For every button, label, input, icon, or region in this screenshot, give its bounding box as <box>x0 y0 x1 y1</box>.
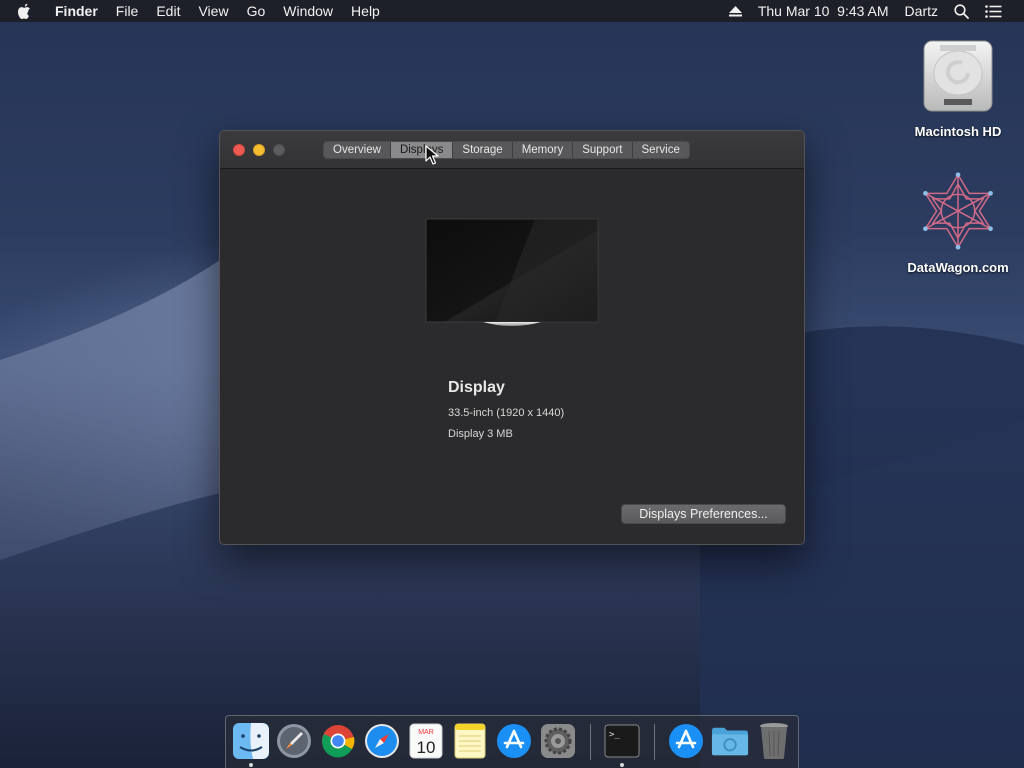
launchpad-icon <box>277 724 311 758</box>
tab-storage[interactable]: Storage <box>453 142 513 158</box>
dock-system-preferences[interactable] <box>539 722 577 760</box>
menu-window[interactable]: Window <box>274 0 342 22</box>
menu-bar: Finder File Edit View Go Window Help Thu… <box>0 0 1024 22</box>
tab-support[interactable]: Support <box>573 142 633 158</box>
menu-user[interactable]: Dartz <box>897 0 946 22</box>
display-size-resolution: 33.5-inch (1920 x 1440) <box>448 407 565 419</box>
desktop-icon-label: Macintosh HD <box>914 124 1002 139</box>
window-titlebar[interactable]: Overview Displays Storage Memory Support… <box>220 131 804 169</box>
finder-icon <box>233 723 269 759</box>
desktop-icon-label: DataWagon.com <box>907 260 1009 275</box>
tab-displays[interactable]: Displays <box>390 142 454 158</box>
menu-bar-status: Thu Mar 10 9:43 AM Dartz <box>721 0 1024 22</box>
mouse-cursor-icon <box>425 145 439 165</box>
dock-applications[interactable] <box>667 722 705 760</box>
datawagon-logo-icon <box>918 166 998 256</box>
apple-icon[interactable] <box>0 3 46 19</box>
menu-file[interactable]: File <box>107 0 148 22</box>
calendar-icon: MAR 10 <box>409 723 443 759</box>
app-store-icon <box>669 724 703 758</box>
minimize-button[interactable] <box>253 144 265 156</box>
calendar-day: 10 <box>417 738 436 757</box>
notification-center-icon[interactable] <box>977 0 1010 22</box>
running-indicator <box>620 763 624 767</box>
display-memory: Display 3 MB <box>448 428 513 440</box>
tab-overview[interactable]: Overview <box>324 142 391 158</box>
desktop-icon-datawagon[interactable]: DataWagon.com <box>898 166 1018 275</box>
desktop-icon-macintosh-hd[interactable]: Macintosh HD <box>898 30 1018 139</box>
gear-icon <box>541 724 575 758</box>
menu-edit[interactable]: Edit <box>147 0 189 22</box>
about-this-mac-window: Overview Displays Storage Memory Support… <box>219 130 805 545</box>
eject-icon[interactable] <box>721 0 750 22</box>
calendar-month: MAR <box>418 729 434 736</box>
svg-text:>_: >_ <box>609 730 620 740</box>
displays-preferences-button[interactable]: Displays Preferences... <box>621 504 786 524</box>
hard-drive-icon <box>918 30 998 120</box>
menu-go[interactable]: Go <box>238 0 275 22</box>
dock-launchpad[interactable] <box>275 722 313 760</box>
display-monitor-icon <box>425 218 599 328</box>
dock-safari[interactable] <box>363 722 401 760</box>
tab-service[interactable]: Service <box>632 142 689 158</box>
dock-terminal[interactable]: >_ <box>603 722 641 760</box>
trash-icon <box>760 723 788 759</box>
dock-finder[interactable] <box>232 722 270 760</box>
spotlight-search-icon[interactable] <box>946 0 977 22</box>
notes-icon <box>454 723 486 759</box>
chrome-icon <box>322 725 355 758</box>
safari-icon <box>365 724 399 758</box>
menu-app-name[interactable]: Finder <box>46 0 107 22</box>
dock-trash[interactable] <box>755 722 793 760</box>
tab-bar: Overview Displays Storage Memory Support… <box>323 141 690 159</box>
dock: MAR 10 >_ <box>225 715 799 768</box>
running-indicator <box>249 763 253 767</box>
zoom-button <box>273 144 285 156</box>
dock-notes[interactable] <box>451 722 489 760</box>
menu-view[interactable]: View <box>189 0 237 22</box>
display-title: Display <box>448 379 505 396</box>
app-store-icon <box>497 724 531 758</box>
dock-downloads-folder[interactable] <box>711 722 749 760</box>
dock-app-store[interactable] <box>495 722 533 760</box>
dock-calendar[interactable]: MAR 10 <box>407 722 445 760</box>
menu-help[interactable]: Help <box>342 0 389 22</box>
close-button[interactable] <box>233 144 245 156</box>
dock-separator <box>590 724 591 760</box>
dock-separator <box>654 724 655 760</box>
menu-clock[interactable]: Thu Mar 10 9:43 AM <box>750 0 897 22</box>
tab-memory[interactable]: Memory <box>512 142 574 158</box>
folder-icon <box>711 727 749 756</box>
dock-chrome[interactable] <box>319 722 357 760</box>
terminal-icon: >_ <box>604 724 640 758</box>
